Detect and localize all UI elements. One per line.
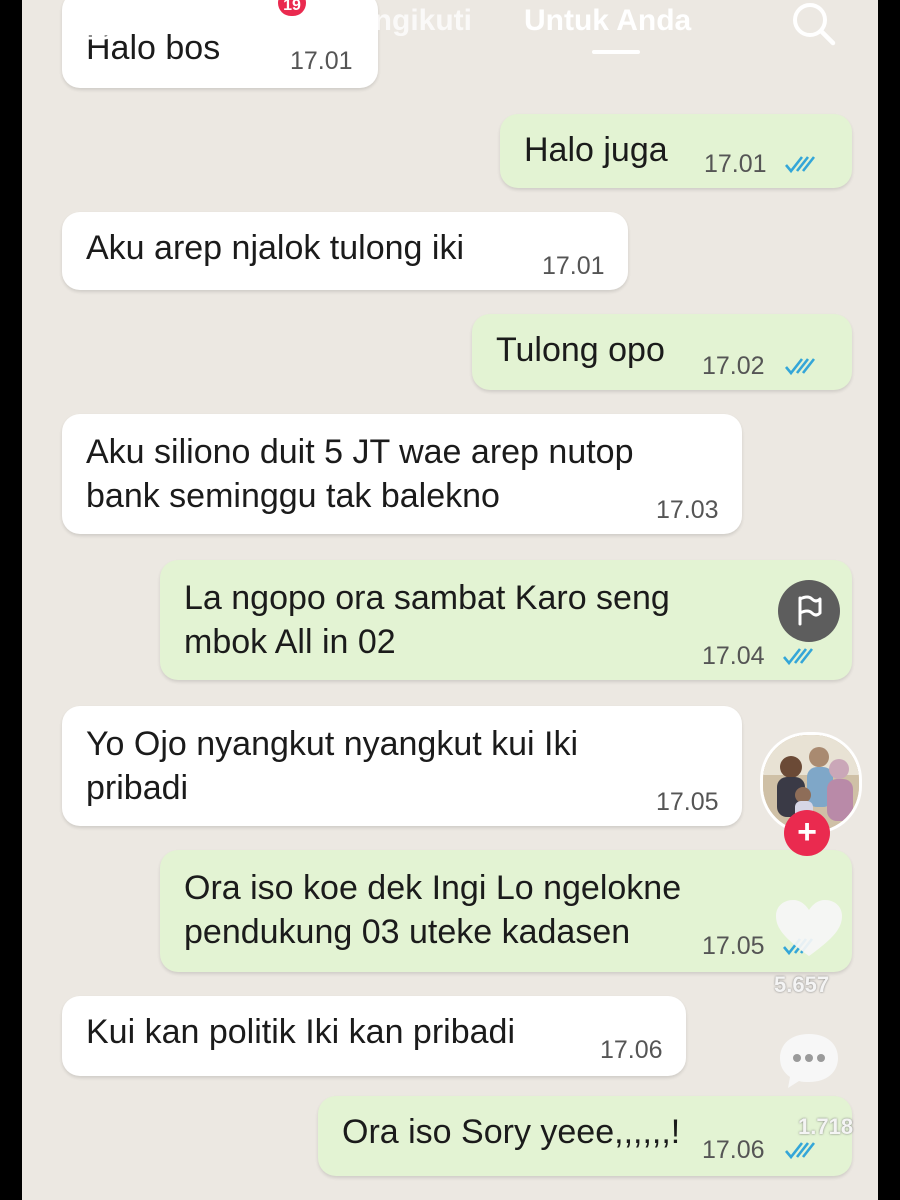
follow-plus-icon[interactable]: + (784, 810, 830, 856)
message-text: Yo Ojo nyangkut nyangkut kui Iki pribadi (86, 725, 579, 807)
message-text: Ora iso koe dek Ingi Lo ngelokne penduku… (184, 869, 682, 951)
message-incoming: Kui kan politik Iki kan pribadi 17.06 (62, 996, 686, 1076)
message-outgoing: La ngopo ora sambat Karo seng mbok All i… (160, 560, 852, 680)
active-tab-indicator (592, 50, 640, 54)
message-outgoing: Halo juga 17.01 (500, 114, 852, 188)
like-count: 5.657 (774, 972, 830, 997)
message-incoming: Aku siliono duit 5 JT wae arep nutop ban… (62, 414, 742, 534)
message-time: 17.03 (656, 496, 719, 524)
message-incoming: Aku arep njalok tulong iki 17.01 (62, 212, 628, 290)
double-check-icon (785, 1142, 816, 1160)
message-time: 17.06 (702, 1136, 765, 1164)
message-outgoing: Ora iso Sory yeee,,,,,,! 17.06 (318, 1096, 852, 1176)
message-time: 17.02 (702, 352, 765, 380)
live-label: LIVE (64, 8, 113, 30)
double-check-icon (785, 156, 816, 174)
message-text: Ora iso Sory yeee,,,,,,! (342, 1113, 681, 1151)
chat-screen: Halo bos 17.01 Halo juga 17.01 Aku arep … (22, 0, 878, 1200)
comment-count: 1.718 (798, 1114, 854, 1139)
live-button[interactable]: LIVE (62, 0, 116, 46)
message-time: 17.04 (702, 642, 765, 670)
tab-teman[interactable]: Teman (194, 4, 288, 38)
tab-mengikuti[interactable]: Mengikuti (332, 4, 472, 38)
message-outgoing: Ora iso koe dek Ingi Lo ngelokne penduku… (160, 850, 852, 972)
message-text: Halo juga (524, 131, 668, 169)
report-button[interactable] (778, 580, 840, 642)
message-time: 17.06 (600, 1036, 663, 1064)
message-incoming: Yo Ojo nyangkut nyangkut kui Iki pribadi… (62, 706, 742, 826)
message-text: Aku arep njalok tulong iki (86, 229, 465, 267)
notification-badge: 19 (278, 0, 306, 16)
message-outgoing: Tulong opo 17.02 (472, 314, 852, 390)
double-check-icon (785, 358, 816, 376)
message-time: 17.01 (704, 150, 767, 178)
message-time: 17.01 (542, 252, 605, 280)
message-text: La ngopo ora sambat Karo seng mbok All i… (184, 579, 670, 661)
top-nav-bar: LIVE Teman 19 Mengikuti Untuk Anda (22, 0, 878, 60)
message-time: 17.05 (656, 788, 719, 816)
search-icon[interactable] (788, 0, 840, 52)
message-text: Aku siliono duit 5 JT wae arep nutop ban… (86, 433, 634, 515)
comment-icon[interactable] (776, 1030, 842, 1092)
tab-untuk-anda[interactable]: Untuk Anda (524, 4, 691, 38)
message-time: 17.05 (702, 932, 765, 960)
message-text: Kui kan politik Iki kan pribadi (86, 1013, 516, 1051)
flag-icon (798, 595, 822, 626)
message-text: Tulong opo (496, 331, 665, 369)
heart-icon[interactable] (774, 898, 844, 960)
double-check-icon (783, 648, 814, 666)
